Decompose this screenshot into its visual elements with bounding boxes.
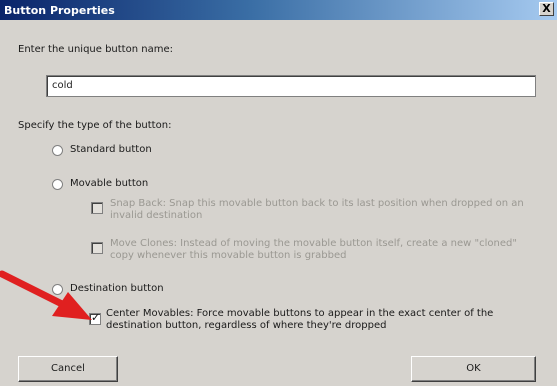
arrow-head-icon bbox=[52, 292, 92, 320]
arrow-shaft bbox=[0, 270, 70, 310]
red-arrow-annotation bbox=[0, 270, 92, 320]
